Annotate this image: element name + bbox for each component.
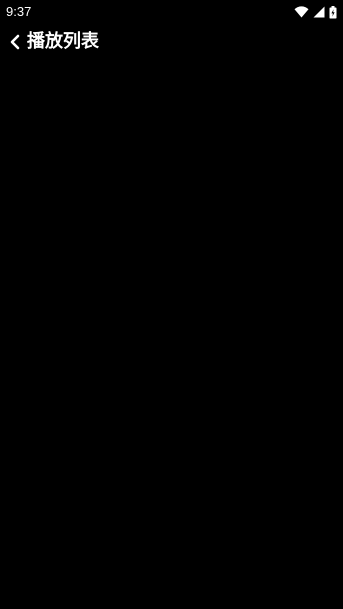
- page-title: 播放列表: [27, 31, 99, 52]
- chevron-left-icon: [9, 34, 21, 50]
- wifi-icon: [294, 6, 309, 18]
- status-icons: [294, 4, 337, 20]
- battery-icon: [329, 5, 337, 19]
- back-button[interactable]: [0, 24, 27, 60]
- playlist-content: [0, 60, 343, 609]
- signal-icon: [313, 6, 325, 18]
- status-bar: 9:37: [0, 0, 343, 24]
- app-bar: 播放列表: [0, 24, 343, 60]
- status-time: 9:37: [6, 4, 32, 19]
